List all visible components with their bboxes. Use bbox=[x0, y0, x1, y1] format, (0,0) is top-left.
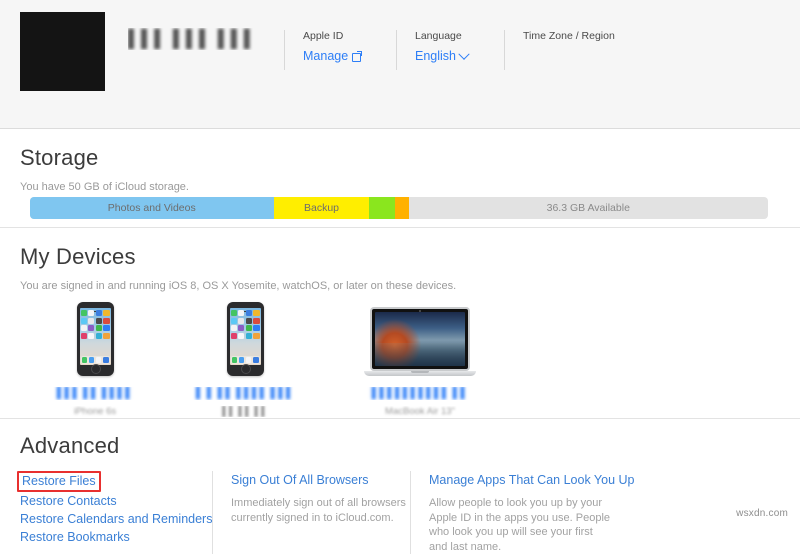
iphone-icon bbox=[170, 284, 320, 376]
advanced-col-signout: Sign Out Of All Browsers Immediately sig… bbox=[212, 471, 410, 554]
device-name-link[interactable]: ▌▌▌ ▌▌ ▌▌▌▌ bbox=[20, 387, 170, 400]
storage-title: Storage bbox=[20, 145, 99, 170]
device-card[interactable]: ▌▌▌ ▌▌ ▌▌▌▌ iPhone 6s bbox=[20, 284, 170, 417]
external-link-icon bbox=[352, 51, 363, 62]
device-model-text: iPhone 6s bbox=[73, 406, 117, 417]
language-value: English bbox=[415, 49, 456, 63]
advanced-col-manage-apps: Manage Apps That Can Look You Up Allow p… bbox=[410, 471, 634, 554]
device-model-text: MacBook Air 13" bbox=[385, 406, 455, 417]
storage-segment-photos[interactable]: Photos and Videos bbox=[30, 197, 274, 219]
avatar[interactable] bbox=[20, 12, 105, 91]
icloud-settings-page: ▌▌▌ ▌▌▌ ▌▌▌ ▌▌ Apple ID Manage Language … bbox=[0, 0, 800, 554]
storage-segment-green[interactable] bbox=[369, 197, 395, 219]
device-card[interactable]: ▌ ▌ ▌▌ ▌▌▌▌ ▌▌▌ ▌▌ ▌▌ ▌▌ bbox=[170, 284, 320, 417]
iphone-icon bbox=[20, 284, 170, 376]
macbook-icon bbox=[320, 284, 520, 376]
device-name-link[interactable]: ▌ ▌ ▌▌ ▌▌▌▌ ▌▌▌ bbox=[170, 387, 320, 400]
storage-segment-backup-label: Backup bbox=[303, 202, 340, 214]
manage-link-label: Manage bbox=[303, 49, 349, 63]
devices-title: My Devices bbox=[20, 244, 136, 269]
manage-link[interactable]: Manage bbox=[303, 49, 396, 64]
restore-bookmarks-link[interactable]: Restore Bookmarks bbox=[20, 529, 130, 546]
storage-available-label: 36.3 GB Available bbox=[546, 202, 630, 214]
device-name-text: ▌▌▌ ▌▌ ▌▌▌▌ bbox=[56, 387, 134, 399]
storage-segment-backup[interactable]: Backup bbox=[273, 197, 370, 219]
watermark: wsxdn.com bbox=[736, 508, 788, 519]
storage-subtitle: You have 50 GB of iCloud storage. bbox=[20, 181, 189, 193]
device-model: iPhone 6s bbox=[20, 406, 170, 417]
manage-apps-link[interactable]: Manage Apps That Can Look You Up bbox=[429, 472, 634, 489]
sign-out-browsers-link[interactable]: Sign Out Of All Browsers bbox=[231, 472, 369, 489]
chevron-down-icon bbox=[458, 48, 470, 60]
advanced-section: Advanced Restore Files Restore Contacts … bbox=[0, 419, 800, 554]
restore-calendars-link[interactable]: Restore Calendars and Reminders bbox=[20, 511, 212, 528]
storage-section: Storage You have 50 GB of iCloud storage… bbox=[0, 129, 800, 227]
account-header: ▌▌▌ ▌▌▌ ▌▌▌ ▌▌ Apple ID Manage Language … bbox=[0, 0, 800, 129]
language-label: Language bbox=[415, 30, 462, 42]
device-name-text: ▌▌▌▌▌▌▌▌▌▌ ▌▌ bbox=[371, 387, 469, 399]
language-select[interactable]: English bbox=[415, 48, 504, 64]
header-col-language: Language English bbox=[396, 30, 504, 70]
header-col-timezone: Time Zone / Region bbox=[504, 30, 684, 70]
apple-id-label: Apple ID bbox=[303, 30, 344, 42]
header-info-columns: Apple ID Manage Language English Time Zo… bbox=[284, 30, 684, 70]
device-model: ▌▌ ▌▌ ▌▌ bbox=[170, 406, 320, 417]
account-name: ▌▌▌ ▌▌▌ ▌▌▌ ▌▌ bbox=[128, 28, 258, 50]
device-name-link[interactable]: ▌▌▌▌▌▌▌▌▌▌ ▌▌ bbox=[320, 387, 520, 400]
advanced-col-restore: Restore Files Restore Contacts Restore C… bbox=[17, 471, 212, 554]
devices-list: ▌▌▌ ▌▌ ▌▌▌▌ iPhone 6s ▌ ▌ ▌▌ ▌▌▌▌ ▌▌▌ ▌▌… bbox=[20, 284, 780, 417]
restore-contacts-link[interactable]: Restore Contacts bbox=[20, 493, 117, 510]
storage-bar[interactable]: Photos and Videos Backup 36.3 GB Availab… bbox=[30, 197, 768, 219]
timezone-label: Time Zone / Region bbox=[523, 30, 615, 42]
advanced-title: Advanced bbox=[20, 433, 120, 458]
device-card[interactable]: ▌▌▌▌▌▌▌▌▌▌ ▌▌ MacBook Air 13" bbox=[320, 284, 520, 417]
devices-section: My Devices You are signed in and running… bbox=[0, 228, 800, 418]
sign-out-browsers-description: Immediately sign out of all browsers cur… bbox=[231, 497, 406, 524]
restore-files-link[interactable]: Restore Files bbox=[17, 471, 101, 492]
manage-apps-description: Allow people to look you up by your Appl… bbox=[429, 497, 611, 553]
device-model-text: ▌▌ ▌▌ ▌▌ bbox=[222, 406, 268, 417]
device-model: MacBook Air 13" bbox=[320, 406, 520, 417]
device-name-text: ▌ ▌ ▌▌ ▌▌▌▌ ▌▌▌ bbox=[196, 387, 294, 399]
storage-segment-orange[interactable] bbox=[394, 197, 409, 219]
advanced-columns: Restore Files Restore Contacts Restore C… bbox=[17, 471, 780, 554]
header-col-apple-id: Apple ID Manage bbox=[284, 30, 396, 70]
storage-segment-photos-label: Photos and Videos bbox=[107, 202, 196, 214]
account-name-text: ▌▌▌ ▌▌▌ ▌▌▌ ▌▌ bbox=[128, 29, 258, 48]
